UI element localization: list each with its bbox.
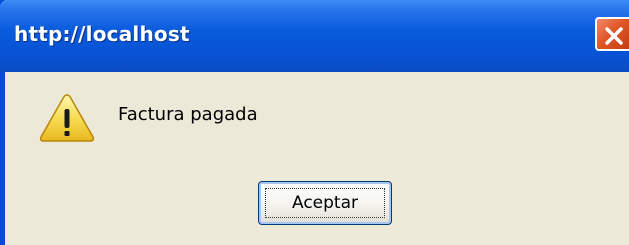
accept-button-label: Aceptar xyxy=(292,193,358,213)
close-icon xyxy=(605,27,623,45)
title-bar[interactable]: http://localhost xyxy=(0,0,629,72)
alert-message: Factura pagada xyxy=(118,104,258,125)
alert-dialog: http://localhost Factura pagada Aceptar xyxy=(0,0,629,245)
close-button[interactable] xyxy=(595,17,629,51)
accept-button[interactable]: Aceptar xyxy=(258,181,392,225)
window-title: http://localhost xyxy=(14,22,190,46)
warning-icon xyxy=(39,94,95,142)
